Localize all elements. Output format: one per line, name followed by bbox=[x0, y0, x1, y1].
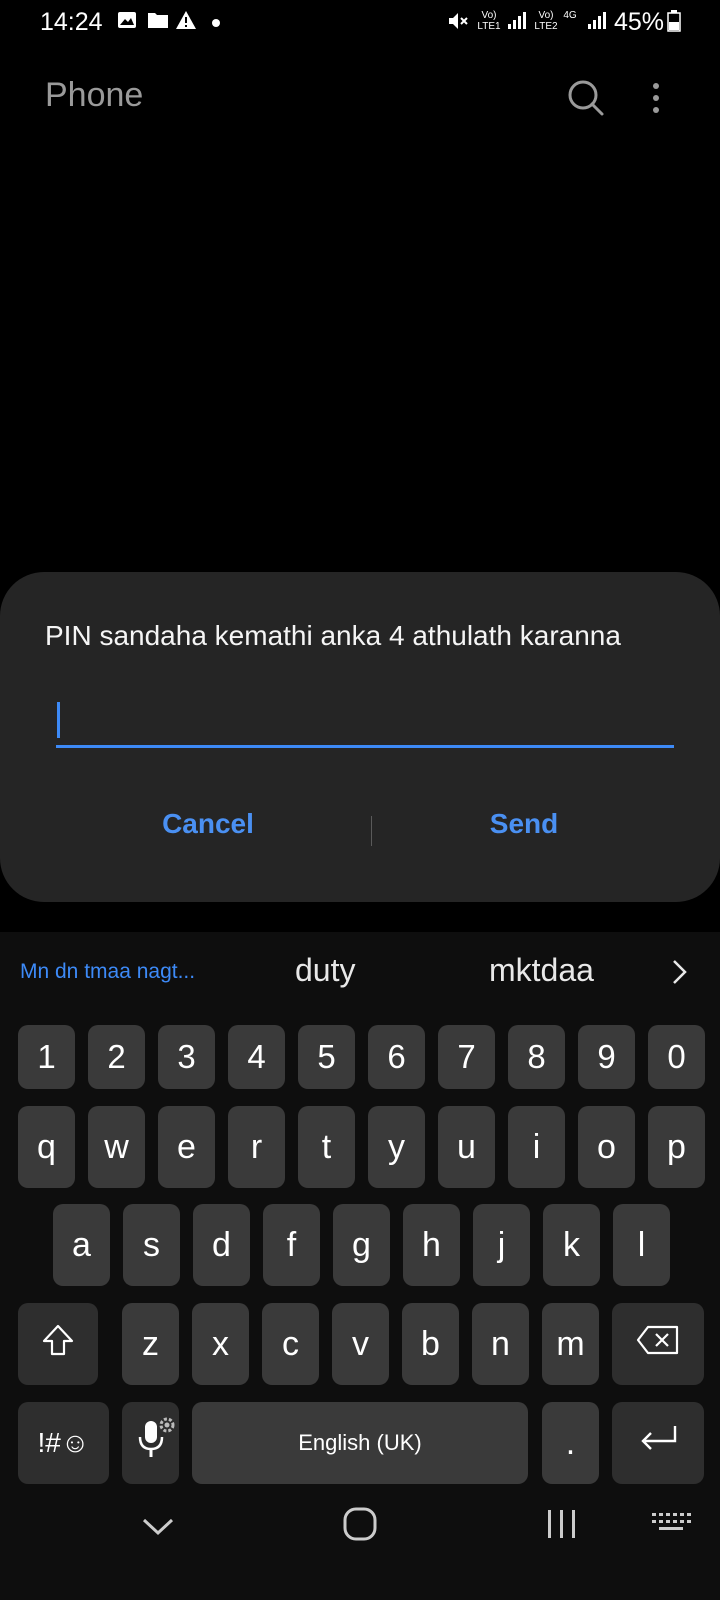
notification-dot-icon bbox=[210, 10, 222, 34]
key[interactable]: q bbox=[18, 1106, 75, 1188]
status-bar: 14:24 Vo) LTE1 Vo) LTE2 4G 45% bbox=[0, 0, 720, 46]
key[interactable]: 9 bbox=[578, 1025, 635, 1089]
key[interactable]: n bbox=[472, 1303, 529, 1385]
text-cursor bbox=[57, 702, 60, 738]
key[interactable]: d bbox=[193, 1204, 250, 1286]
folder-icon bbox=[146, 10, 170, 34]
send-button[interactable]: Send bbox=[404, 808, 644, 840]
navigation-bar bbox=[0, 1492, 720, 1600]
key[interactable]: h bbox=[403, 1204, 460, 1286]
enter-key[interactable] bbox=[612, 1402, 704, 1484]
key[interactable]: k bbox=[543, 1204, 600, 1286]
key[interactable]: m bbox=[542, 1303, 599, 1385]
key[interactable]: r bbox=[228, 1106, 285, 1188]
key[interactable]: x bbox=[192, 1303, 249, 1385]
search-icon[interactable] bbox=[566, 78, 606, 118]
gallery-icon bbox=[116, 10, 138, 34]
key[interactable]: s bbox=[123, 1204, 180, 1286]
key[interactable]: 5 bbox=[298, 1025, 355, 1089]
suggestion-item[interactable]: Mn dn tmaa nagt... bbox=[20, 960, 195, 984]
key[interactable]: e bbox=[158, 1106, 215, 1188]
key[interactable]: t bbox=[298, 1106, 355, 1188]
key[interactable]: v bbox=[332, 1303, 389, 1385]
key[interactable]: 0 bbox=[648, 1025, 705, 1089]
key[interactable]: g bbox=[333, 1204, 390, 1286]
keyboard-icon[interactable] bbox=[650, 1510, 692, 1545]
recent-apps-icon[interactable] bbox=[544, 1506, 580, 1547]
backspace-key[interactable] bbox=[612, 1303, 704, 1385]
battery-percent: 45% bbox=[614, 8, 665, 36]
key[interactable]: 6 bbox=[368, 1025, 425, 1089]
key[interactable]: a bbox=[53, 1204, 110, 1286]
key[interactable]: 8 bbox=[508, 1025, 565, 1089]
voice-input-key[interactable] bbox=[122, 1402, 179, 1484]
shift-key[interactable] bbox=[18, 1303, 98, 1385]
warning-icon bbox=[174, 10, 198, 34]
suggestion-item[interactable]: duty bbox=[295, 952, 355, 989]
key[interactable]: p bbox=[648, 1106, 705, 1188]
symbols-key[interactable]: !#☺ bbox=[18, 1402, 109, 1484]
key[interactable]: w bbox=[88, 1106, 145, 1188]
more-options-icon[interactable] bbox=[646, 80, 666, 116]
mute-icon bbox=[446, 10, 470, 34]
key[interactable]: 2 bbox=[88, 1025, 145, 1089]
key[interactable]: 1 bbox=[18, 1025, 75, 1089]
button-divider bbox=[371, 816, 372, 846]
cancel-button[interactable]: Cancel bbox=[88, 808, 328, 840]
network-sim2: Vo) LTE2 bbox=[534, 10, 558, 32]
backspace-icon bbox=[636, 1325, 680, 1364]
key[interactable]: i bbox=[508, 1106, 565, 1188]
shift-icon bbox=[41, 1323, 75, 1366]
key[interactable]: 7 bbox=[438, 1025, 495, 1089]
network-4g: 4G bbox=[563, 10, 577, 21]
settings-gear-icon bbox=[158, 1404, 176, 1443]
space-key[interactable]: English (UK) bbox=[192, 1402, 528, 1484]
key[interactable]: u bbox=[438, 1106, 495, 1188]
key[interactable]: f bbox=[263, 1204, 320, 1286]
status-time: 14:24 bbox=[40, 8, 103, 36]
key[interactable]: z bbox=[122, 1303, 179, 1385]
dialog-message: PIN sandaha kemathi anka 4 athulath kara… bbox=[45, 620, 621, 651]
home-icon[interactable] bbox=[342, 1506, 378, 1547]
key[interactable]: y bbox=[368, 1106, 425, 1188]
enter-icon bbox=[635, 1423, 681, 1464]
signal-icon bbox=[506, 10, 528, 34]
key[interactable]: c bbox=[262, 1303, 319, 1385]
key[interactable]: 4 bbox=[228, 1025, 285, 1089]
key[interactable]: o bbox=[578, 1106, 635, 1188]
pin-input[interactable] bbox=[56, 690, 674, 748]
suggestion-item[interactable]: mktdaa bbox=[489, 952, 594, 989]
chevron-down-icon[interactable] bbox=[140, 1510, 176, 1547]
chevron-right-icon[interactable] bbox=[668, 956, 692, 988]
key[interactable]: j bbox=[473, 1204, 530, 1286]
signal-icon bbox=[586, 10, 608, 34]
network-sim1: Vo) LTE1 bbox=[477, 10, 501, 32]
key[interactable]: 3 bbox=[158, 1025, 215, 1089]
key[interactable]: b bbox=[402, 1303, 459, 1385]
page-title: Phone bbox=[45, 76, 144, 114]
period-key[interactable]: . bbox=[542, 1402, 599, 1484]
key[interactable]: l bbox=[613, 1204, 670, 1286]
battery-icon bbox=[666, 10, 682, 34]
